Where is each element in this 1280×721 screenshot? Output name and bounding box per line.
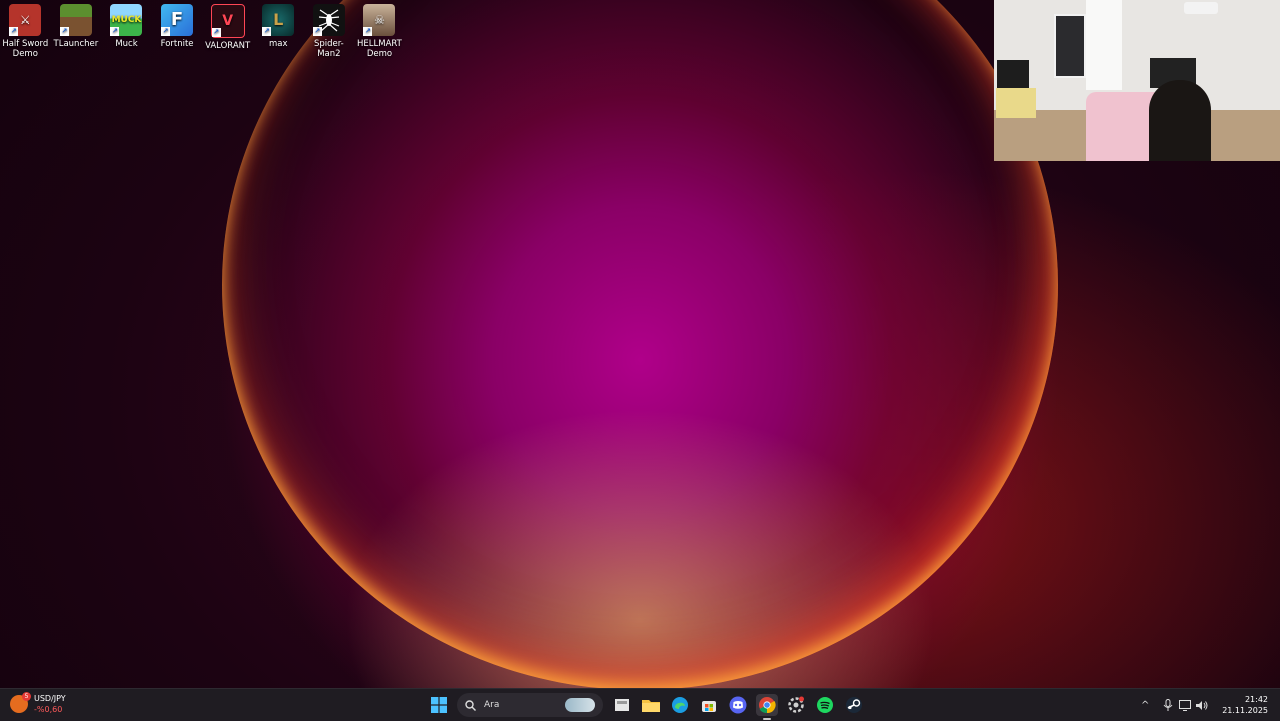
window-in-room [1054,14,1086,78]
tv-screen [997,60,1029,88]
air-conditioner [1184,2,1218,14]
shortcut-arrow-icon: ↗ [161,27,171,36]
notification-badge: 5 [22,692,31,701]
desktop-icon-tlauncher[interactable]: ↗ TLauncher [51,4,102,59]
shortcut-arrow-icon: ↗ [312,27,322,36]
valorant-icon: V ↗ [210,4,245,38]
minecraft-block-icon: ↗ [59,4,92,36]
discord-button[interactable] [727,694,749,716]
spotify-button[interactable] [814,694,836,716]
league-of-legends-icon: L ↗ [262,4,295,36]
desktop-icon-label: Half Sword Demo [2,39,49,59]
store-icon [701,701,716,712]
stocks-widget[interactable]: 5 USD/JPY -%0,60 [10,692,66,715]
curtain [1086,0,1122,90]
microphone-icon[interactable] [1160,697,1176,713]
desktop-icon-max[interactable]: L ↗ max [253,4,304,59]
task-view-icon [614,699,629,711]
system-tray: ^ 21:42 21.11.2025 [1137,689,1280,721]
fortnite-icon: F ↗ [161,4,194,36]
desktop-icon-label: Muck [115,39,138,49]
taskbar-apps: Ara [424,693,868,720]
folder-icon [641,700,660,712]
desktop-icon-label: HELLMART Demo [357,39,402,59]
stocks-widget-icon: 5 [10,692,31,713]
chrome-icon [758,697,776,714]
file-explorer-button[interactable] [640,694,662,716]
edge-button[interactable] [669,694,691,716]
widget-change: -%0,60 [34,705,63,714]
chevron-up-icon[interactable]: ^ [1137,697,1153,713]
windows-icon [430,697,447,713]
steam-button[interactable] [843,694,865,716]
shortcut-arrow-icon: ↗ [9,27,19,36]
clock-date: 21.11.2025 [1222,706,1268,715]
shortcut-arrow-icon: ↗ [110,27,120,36]
search-highlight-icon [565,698,595,712]
desktop-icon-label: Fortnite [160,39,194,49]
bed [996,88,1036,118]
shortcut-arrow-icon: ↗ [363,27,373,36]
desktop-icon-label: TLauncher [53,39,99,49]
search-box[interactable]: Ara [457,693,603,717]
gear-icon [787,696,804,713]
volume-icon[interactable] [1194,697,1210,713]
desktop-icon-grid: ⚔ ↗ Half Sword Demo ↗ TLauncher MUCK ↗ Muc… [0,4,405,59]
webcam-overlay [994,0,1280,161]
half-sword-icon: ⚔ ↗ [9,4,42,36]
search-icon [465,699,476,711]
spider-icon: ↗ [312,4,345,36]
spotify-icon [816,697,833,713]
steam-icon [845,697,862,713]
discord-icon [729,696,746,714]
chrome-button[interactable] [755,694,778,720]
desktop-icon-label: max [269,39,288,49]
display-icon[interactable] [1177,697,1193,713]
store-button[interactable] [698,694,720,716]
desktop-icon-valorant[interactable]: V ↗ VALORANT [202,4,253,59]
start-button[interactable] [428,694,450,716]
task-view-button[interactable] [611,694,633,716]
desktop-icon-label: Spider-Man2 [313,39,344,59]
clock-time: 21:42 [1244,695,1268,704]
widget-title: USD/JPY [34,694,66,703]
clock[interactable]: 21:42 21.11.2025 [1222,694,1268,716]
shortcut-arrow-icon: ↗ [262,27,272,36]
shortcut-arrow-icon: ↗ [59,27,69,36]
shortcut-arrow-icon: ↗ [211,28,221,37]
muck-icon: MUCK ↗ [110,4,143,36]
desktop-icon-fortnite[interactable]: F ↗ Fortnite [152,4,203,59]
edge-icon [671,697,688,713]
desktop-icon-label: VALORANT [205,41,251,51]
person-head [1149,80,1211,161]
search-placeholder: Ara [484,700,500,710]
settings-button[interactable] [785,694,807,716]
taskbar: 5 USD/JPY -%0,60 Ara ^ 21:42 21.11.2025 [0,688,1280,721]
desktop-icon-muck[interactable]: MUCK ↗ Muck [101,4,152,59]
hellmart-icon: ☠ ↗ [363,4,396,36]
desktop-icon-spider-man2[interactable]: ↗ Spider-Man2 [304,4,355,59]
desktop-icon-half-sword[interactable]: ⚔ ↗ Half Sword Demo [0,4,51,59]
desktop-icon-hellmart[interactable]: ☠ ↗ HELLMART Demo [354,4,405,59]
